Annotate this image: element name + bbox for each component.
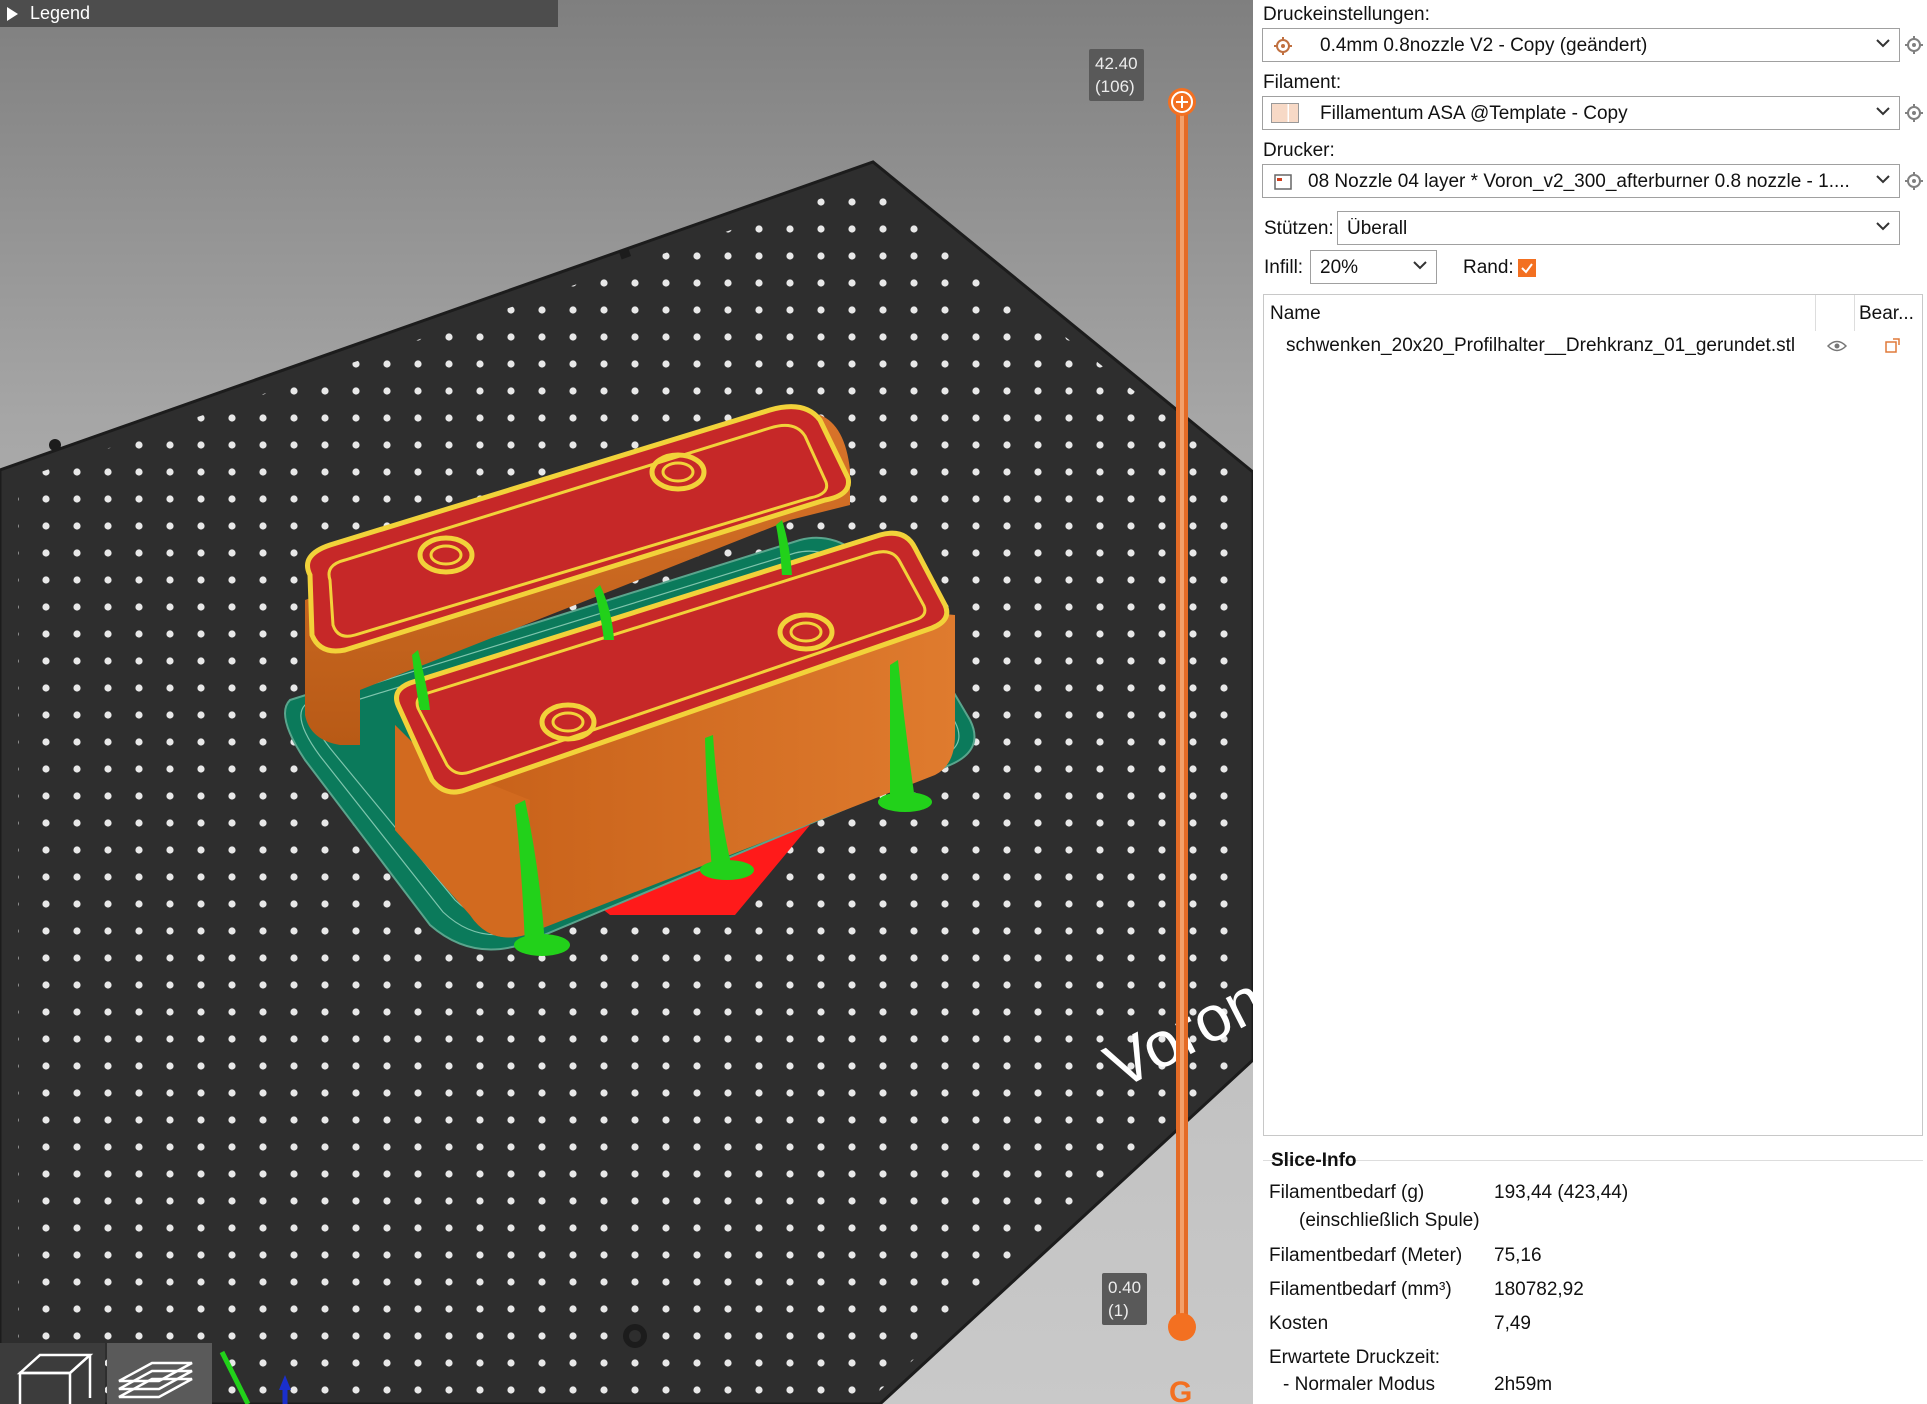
filament-value: Fillamentum ASA @Template - Copy [1320,103,1628,124]
chevron-down-icon [1413,261,1427,270]
printer-value: 08 Nozzle 04 layer * Voron_v2_300_afterb… [1308,171,1850,192]
printer-icon [1274,174,1292,190]
chevron-down-icon [1876,39,1890,48]
column-divider [1854,295,1855,331]
slider-top-layer: (106) [1095,77,1135,96]
slice-info-value: 193,44 (423,44) [1494,1182,1629,1203]
filament-label: Filament: [1263,72,1342,93]
chevron-down-icon [1876,222,1890,231]
slider-bottom-height: 0.40 [1108,1278,1142,1297]
infill-label: Infill: [1264,257,1304,278]
edit-object-icon[interactable] [1884,337,1902,355]
slice-info-divider [1263,1160,1923,1161]
eye-icon[interactable] [1827,339,1847,353]
print-settings-dropdown[interactable]: 0.4mm 0.8nozzle V2 - Copy (geändert) [1262,28,1900,62]
infill-value: 20% [1320,257,1359,278]
slider-top-label: 42.40 (106) [1089,49,1144,101]
infill-dropdown[interactable]: 20% [1310,250,1437,284]
bed-notch [629,1330,641,1342]
print-settings-value: 0.4mm 0.8nozzle V2 - Copy (geändert) [1320,35,1648,56]
bed-notch [49,439,61,451]
chevron-down-icon [1876,107,1890,116]
slice-info-value: 7,49 [1494,1313,1531,1334]
3d-viewport[interactable]: Voron G Legend 42.40 (106) 0.40 (1) [0,0,1253,1404]
object-row[interactable]: schwenken_20x20_Profilhalter__Drehkranz_… [1264,331,1922,361]
view-mode-toolbar [0,1343,212,1404]
object-filename: schwenken_20x20_Profilhalter__Drehkranz_… [1286,335,1796,356]
col-edit-header[interactable]: Bear... [1859,303,1914,325]
slider-bottom-layer: (1) [1108,1301,1129,1320]
scene-canvas[interactable]: Voron G [0,0,1253,1404]
supports-value: Überall [1347,218,1408,239]
col-name-header[interactable]: Name [1270,303,1321,325]
slider-bottom-label: 0.40 (1) [1102,1273,1148,1325]
slider-bottom-handle[interactable] [1168,1313,1196,1341]
slice-info-key: Erwartete Druckzeit: [1269,1347,1441,1368]
expand-icon [7,7,18,21]
slice-info-key: Filamentbedarf (Meter) [1269,1245,1463,1266]
slice-info-key: Kosten [1269,1313,1329,1334]
brim-label: Rand: [1463,257,1514,278]
slice-info-value: 2h59m [1494,1374,1553,1395]
slider-top-handle[interactable] [1168,88,1196,116]
legend-label: Legend [30,3,91,23]
chevron-down-icon [1876,175,1890,184]
legend-toggle[interactable]: Legend [0,0,558,27]
settings-panel: Druckeinstellungen: 0.4mm 0.8nozzle V2 -… [1253,0,1927,1404]
slice-info-title: Slice-Info [1271,1150,1357,1171]
printer-edit-gear-icon[interactable] [1903,170,1925,192]
slice-info-key: Filamentbedarf (mm³) [1269,1279,1452,1300]
3d-view-button[interactable] [0,1343,105,1404]
supports-dropdown[interactable]: Überall [1337,211,1900,245]
brim-checkbox[interactable] [1518,259,1536,277]
gear-icon [1274,37,1292,55]
layer-view-button[interactable] [107,1343,212,1404]
filament-edit-gear-icon[interactable] [1903,102,1925,124]
slice-info-value: 180782,92 [1494,1279,1584,1300]
printer-dropdown[interactable]: 08 Nozzle 04 layer * Voron_v2_300_afterb… [1262,164,1900,198]
print-settings-label: Druckeinstellungen: [1263,4,1430,25]
layers-icon [118,1361,193,1399]
slider-settings-icon[interactable]: G [1169,1376,1192,1404]
slice-info-key: Filamentbedarf (g) [1269,1182,1425,1203]
filament-color-swatch [1271,103,1299,123]
slice-info-value: 75,16 [1494,1245,1542,1266]
slider-top-height: 42.40 [1095,54,1138,73]
slice-info-key: - Normaler Modus [1283,1374,1436,1395]
supports-label: Stützen: [1264,218,1334,239]
column-divider [1815,295,1816,331]
cube-icon [16,1353,94,1404]
filament-dropdown[interactable]: Fillamentum ASA @Template - Copy [1262,96,1900,130]
print-settings-edit-gear-icon[interactable] [1903,34,1925,56]
printer-label: Drucker: [1263,140,1335,161]
slice-info-key: (einschließlich Spule) [1299,1210,1480,1231]
object-list: Name Bear... schwenken_20x20_Profilhalte… [1263,294,1923,1136]
